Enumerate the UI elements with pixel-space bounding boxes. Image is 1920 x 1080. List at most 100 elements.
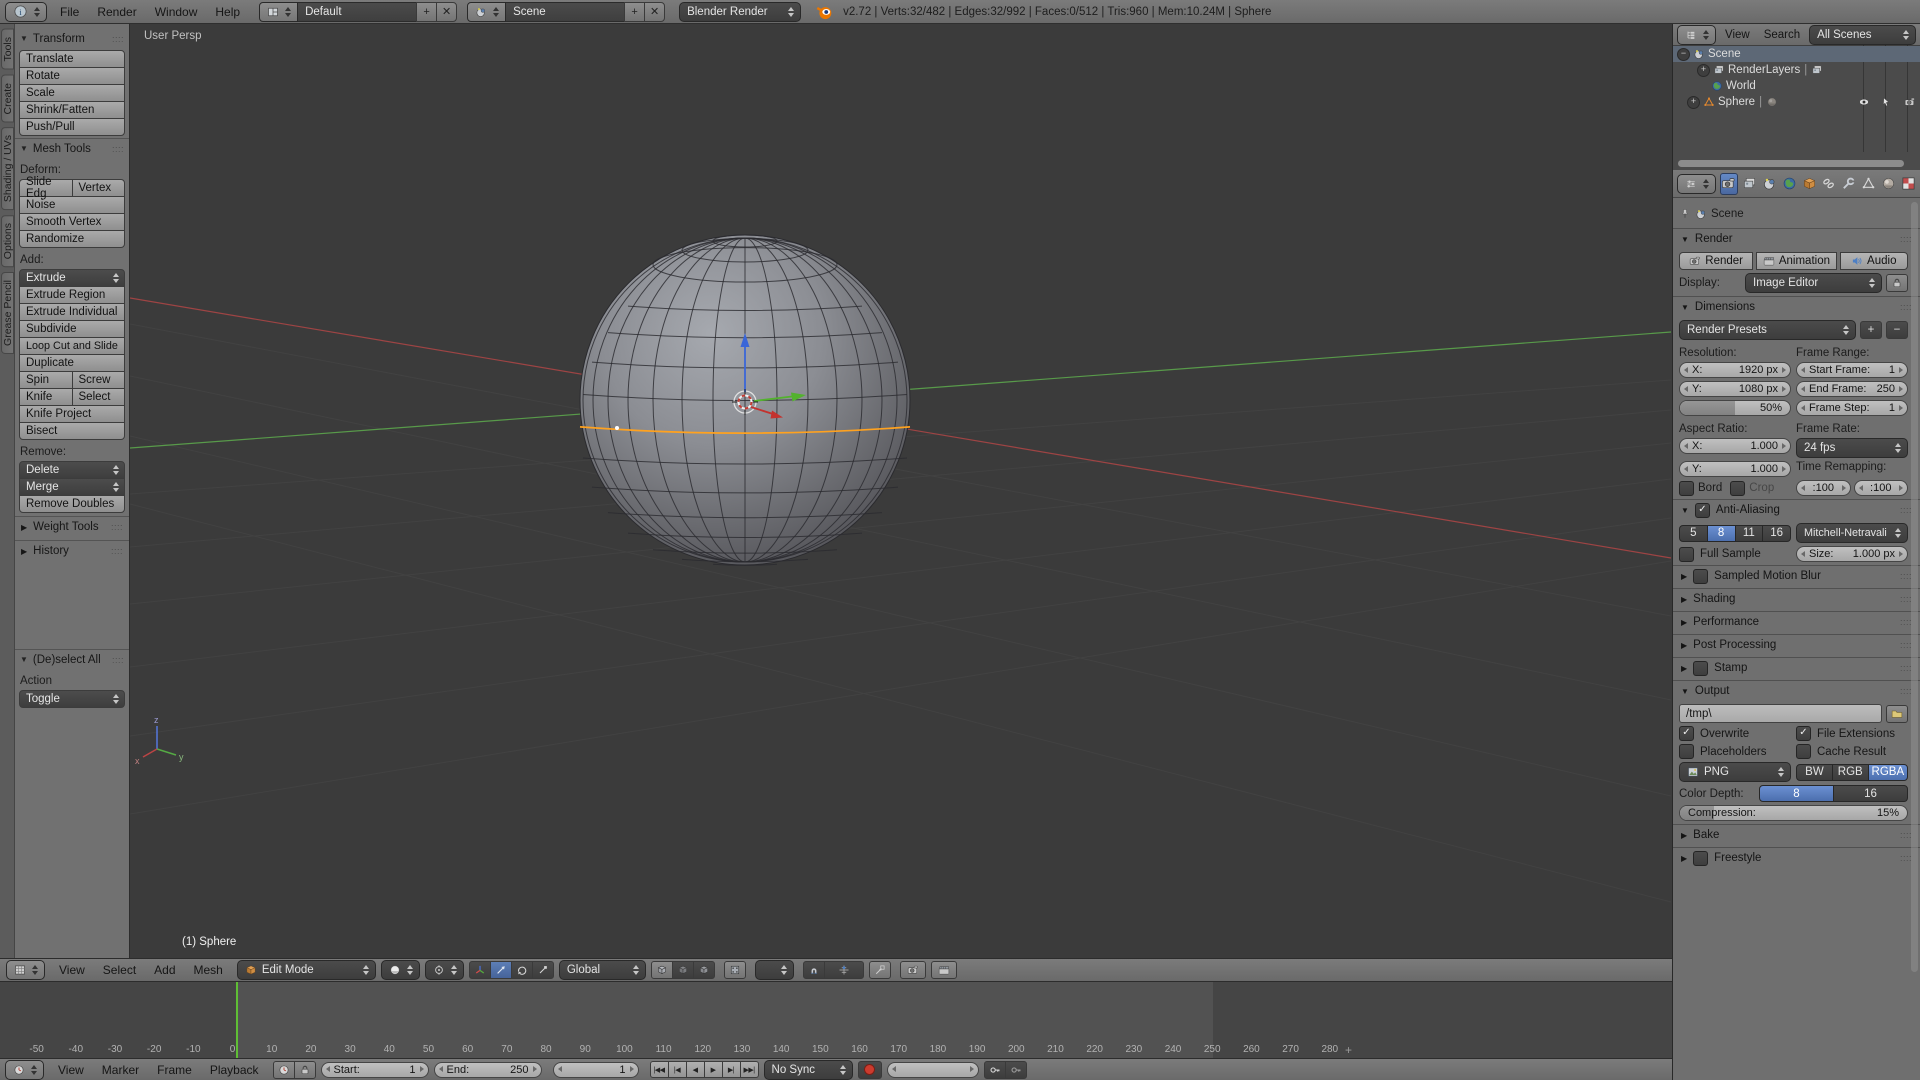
- preset-remove-button[interactable]: −: [1886, 321, 1908, 339]
- sampled-motion-blur-panel-header[interactable]: ▶Sampled Motion Blur::::: [1673, 565, 1920, 586]
- menu-item[interactable]: Window: [146, 5, 207, 19]
- timeline-area[interactable]: -50-40-30-20-100102030405060708090100110…: [0, 982, 1672, 1058]
- selectable-toggle[interactable]: [1880, 96, 1892, 108]
- output-path-field[interactable]: /tmp\: [1679, 704, 1882, 723]
- shading-panel-header[interactable]: ▶Shading::::: [1673, 588, 1920, 609]
- deselect-all-panel-header[interactable]: ▼(De)select All::::: [15, 649, 129, 669]
- render-still-button[interactable]: Render: [1679, 252, 1753, 270]
- mesh-tools-panel-header[interactable]: ▼Mesh Tools::::: [15, 138, 129, 158]
- tool-button-screw[interactable]: Screw: [72, 371, 126, 389]
- resolution-x-field[interactable]: X:1920 px: [1679, 362, 1791, 378]
- keying-set-field[interactable]: [887, 1062, 979, 1078]
- shelf-tab[interactable]: Shading / UVs: [1, 127, 14, 210]
- menu-item[interactable]: Select: [94, 963, 145, 977]
- jump-to-end-button[interactable]: ▶▶|: [740, 1061, 759, 1078]
- tab-render[interactable]: [1720, 173, 1738, 195]
- tool-button-slide-edge[interactable]: Slide Edg: [19, 179, 73, 197]
- snap-element-dropdown[interactable]: [824, 961, 864, 979]
- tool-button[interactable]: Push/Pull: [19, 118, 125, 136]
- current-frame-field[interactable]: 1: [553, 1062, 639, 1078]
- outliner-scrollbar[interactable]: [1678, 160, 1904, 167]
- panel-drag-dots[interactable]: ::::: [111, 546, 123, 556]
- shelf-tab[interactable]: Create: [1, 75, 14, 123]
- menu-item[interactable]: View: [49, 1063, 93, 1077]
- proportional-edit-dropdown[interactable]: [755, 960, 794, 980]
- tool-button-knife-project[interactable]: Knife Project: [19, 405, 125, 423]
- resolution-y-field[interactable]: Y:1080 px: [1679, 381, 1791, 397]
- remap-old-field[interactable]: :100: [1796, 480, 1851, 496]
- opengl-render-button[interactable]: [900, 961, 926, 979]
- pivot-point-dropdown[interactable]: [425, 960, 464, 980]
- edge-select-button[interactable]: [672, 961, 694, 979]
- delete-keyframe-button[interactable]: [1005, 1061, 1027, 1079]
- render-engine-dropdown[interactable]: Blender Render: [679, 2, 801, 22]
- border-checkbox[interactable]: [1679, 481, 1694, 496]
- display-dropdown[interactable]: Image Editor: [1745, 273, 1882, 293]
- tool-button-extrude-individual[interactable]: Extrude Individual: [19, 303, 125, 321]
- menu-item[interactable]: Render: [88, 5, 145, 19]
- scene-add-button[interactable]: +: [624, 2, 645, 22]
- info-editor-type-button[interactable]: [5, 2, 47, 22]
- layout-browse-button[interactable]: [259, 2, 298, 22]
- render-panel-header[interactable]: ▼Render::::: [1673, 228, 1920, 249]
- snap-toggle-button[interactable]: [803, 961, 825, 979]
- tool-button-noise[interactable]: Noise: [19, 196, 125, 214]
- overwrite-checkbox[interactable]: [1679, 726, 1694, 741]
- timeline-editor-type-button[interactable]: [5, 1060, 44, 1080]
- expand-icon[interactable]: +: [1687, 96, 1700, 109]
- resolution-scale-slider[interactable]: 50%: [1679, 400, 1791, 416]
- menu-item[interactable]: Add: [145, 963, 184, 977]
- aspect-y-field[interactable]: Y:1.000: [1679, 461, 1791, 477]
- tab-material[interactable]: [1880, 174, 1896, 194]
- jump-next-keyframe-button[interactable]: ▶|: [722, 1061, 741, 1078]
- performance-panel-header[interactable]: ▶Performance::::: [1673, 611, 1920, 632]
- play-reverse-button[interactable]: ◀: [686, 1061, 705, 1078]
- aspect-x-field[interactable]: X:1.000: [1679, 438, 1791, 454]
- jump-prev-keyframe-button[interactable]: |◀: [668, 1061, 687, 1078]
- panel-drag-dots[interactable]: ::::: [112, 34, 124, 44]
- display-lock-button[interactable]: [1886, 274, 1908, 292]
- outliner-editor-type-button[interactable]: [1677, 25, 1716, 45]
- limit-selection-visible-button[interactable]: [724, 961, 746, 979]
- tool-button-extrude-region[interactable]: Extrude Region: [19, 286, 125, 304]
- tool-button[interactable]: Shrink/Fatten: [19, 101, 125, 119]
- shelf-tab[interactable]: Tools: [1, 29, 14, 70]
- history-panel-header[interactable]: ▶History::::: [15, 540, 129, 561]
- tab-world[interactable]: [1781, 174, 1797, 194]
- scene-delete-button[interactable]: ✕: [644, 2, 665, 22]
- tool-button-knife[interactable]: Knife: [19, 388, 73, 406]
- menu-item[interactable]: Help: [206, 5, 249, 19]
- viewport-3d[interactable]: z y x User Persp (1) Sphere: [130, 24, 1672, 958]
- render-audio-button[interactable]: Audio: [1840, 252, 1908, 270]
- cache-result-checkbox[interactable]: [1796, 744, 1811, 759]
- tool-button-knife-select[interactable]: Select: [72, 388, 126, 406]
- depth-8-button[interactable]: 8: [1759, 785, 1834, 802]
- menu-item[interactable]: Playback: [201, 1063, 268, 1077]
- hide-toggle[interactable]: [1858, 96, 1870, 108]
- tab-render-layers[interactable]: [1742, 174, 1758, 194]
- outliner-row-renderlayers[interactable]: + RenderLayers |: [1673, 62, 1920, 78]
- menu-item[interactable]: Frame: [148, 1063, 201, 1077]
- antialiasing-panel-header[interactable]: ▼Anti-Aliasing::::: [1673, 499, 1920, 520]
- viewport-canvas[interactable]: z y x: [130, 24, 1672, 958]
- compression-slider[interactable]: Compression:15%: [1679, 805, 1908, 821]
- transform-panel-header[interactable]: ▼Transform::::: [15, 29, 129, 48]
- properties-editor-type-button[interactable]: [1677, 174, 1716, 194]
- weight-tools-panel-header[interactable]: ▶Weight Tools::::: [15, 516, 129, 537]
- panel-drag-dots[interactable]: ::::: [111, 522, 123, 532]
- bake-panel-header[interactable]: ▶Bake::::: [1673, 824, 1920, 845]
- tool-button-smooth-vertex[interactable]: Smooth Vertex: [19, 213, 125, 231]
- preset-add-button[interactable]: +: [1860, 321, 1882, 339]
- antialiasing-checkbox[interactable]: [1695, 503, 1710, 518]
- scene-name-field[interactable]: Scene: [505, 2, 625, 22]
- smb-checkbox[interactable]: [1693, 569, 1708, 584]
- full-sample-checkbox[interactable]: [1679, 547, 1694, 562]
- use-preview-range-button[interactable]: [273, 1061, 295, 1079]
- channel-rgba-button[interactable]: RGBA: [1868, 764, 1908, 781]
- extrude-dropdown[interactable]: Extrude: [19, 269, 125, 287]
- tab-modifiers[interactable]: [1841, 174, 1857, 194]
- panel-drag-dots[interactable]: ::::: [112, 144, 124, 154]
- menu-item[interactable]: Mesh: [185, 963, 232, 977]
- channel-rgb-button[interactable]: RGB: [1832, 764, 1869, 781]
- opengl-render-anim-button[interactable]: [931, 961, 957, 979]
